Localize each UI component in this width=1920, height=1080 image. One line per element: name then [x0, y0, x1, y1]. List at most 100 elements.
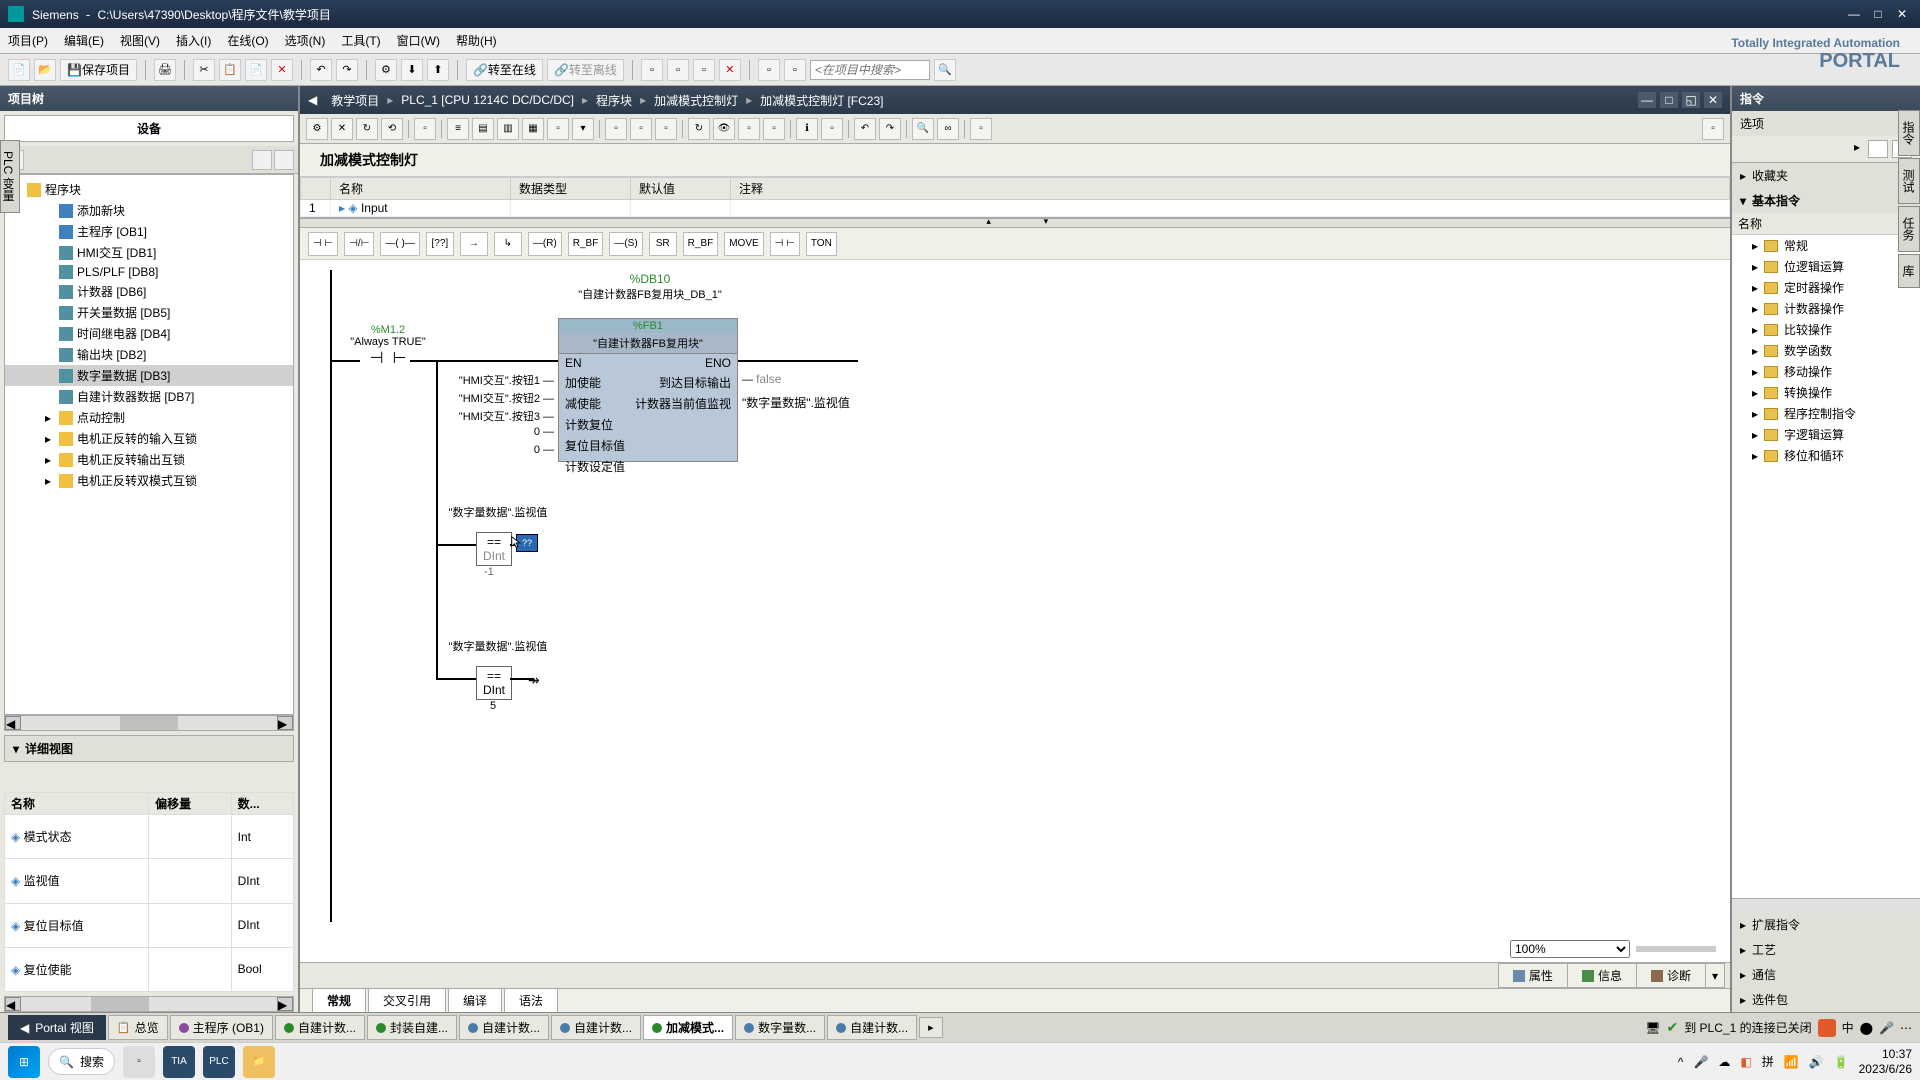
tray-onedrive-icon[interactable]: ☁: [1718, 1055, 1730, 1069]
menu-help[interactable]: 帮助(H): [456, 32, 497, 49]
tray-chevron-icon[interactable]: ^: [1678, 1055, 1684, 1069]
scroll-left-arrow[interactable]: ◀: [5, 716, 21, 730]
redo-button[interactable]: ↷: [336, 59, 358, 81]
et-btn[interactable]: ⚙: [306, 118, 328, 140]
status-more-icon[interactable]: ⋯: [1900, 1021, 1912, 1035]
taskbar-search[interactable]: 🔍 搜索: [48, 1048, 115, 1075]
detail-row[interactable]: ◈ 复位目标值DInt: [5, 903, 294, 947]
tree-item[interactable]: 计数器 [DB6]: [5, 281, 293, 302]
interface-table[interactable]: 名称 数据类型 默认值 注释 1 ▸ ◈ Input: [300, 177, 1730, 218]
et-btn[interactable]: ▾: [572, 118, 594, 140]
instruction-folder[interactable]: ▸数学函数: [1732, 340, 1920, 361]
compare-block-2[interactable]: == DInt: [476, 666, 512, 700]
print-button[interactable]: 🖨: [154, 59, 176, 81]
minimize-button[interactable]: —: [1844, 6, 1864, 22]
btab-compile[interactable]: 编译: [448, 988, 502, 1012]
tree-item[interactable]: PLS/PLF [DB8]: [5, 263, 293, 281]
devices-tab[interactable]: 设备: [4, 115, 294, 142]
opt-btn[interactable]: [1868, 140, 1888, 158]
tree-item[interactable]: 输出块 [DB2]: [5, 344, 293, 365]
tree-item[interactable]: ▸电机正反转的输入互锁: [5, 428, 293, 449]
new-project-button[interactable]: 📄: [8, 59, 30, 81]
btab-xref[interactable]: 交叉引用: [368, 988, 446, 1012]
lad-instruction-button[interactable]: TON: [806, 232, 837, 256]
vtab-1[interactable]: 指令: [1898, 110, 1920, 156]
instruction-folder[interactable]: ▸位逻辑运算: [1732, 256, 1920, 277]
go-online-button[interactable]: 🔗 转至在线: [466, 59, 543, 81]
detail-row[interactable]: ◈ 模式状态Int: [5, 815, 294, 859]
tb-icon-6[interactable]: ▫: [784, 59, 806, 81]
vtab-3[interactable]: 任务: [1898, 206, 1920, 252]
instruction-tree[interactable]: 名称 ▸常规▸位逻辑运算▸定时器操作▸计数器操作▸比较操作▸数学函数▸移动操作▸…: [1732, 213, 1920, 898]
et-btn[interactable]: ▫: [738, 118, 760, 140]
et-btn[interactable]: 🔍: [912, 118, 934, 140]
editor-tab[interactable]: 主程序 (OB1): [170, 1015, 273, 1040]
tray-mic-icon[interactable]: 🎤: [1693, 1055, 1708, 1069]
detail-view-header[interactable]: ▾详细视图: [4, 735, 294, 762]
editor-tab[interactable]: 自建计数...: [827, 1015, 917, 1040]
et-btn[interactable]: ↻: [688, 118, 710, 140]
lad-instruction-button[interactable]: R_BF: [683, 232, 719, 256]
lad-instruction-button[interactable]: —( )—: [380, 232, 419, 256]
et-btn[interactable]: ▫: [970, 118, 992, 140]
delete-button[interactable]: ✕: [271, 59, 293, 81]
editor-tab[interactable]: 数字量数...: [735, 1015, 825, 1040]
close-button[interactable]: ✕: [1892, 6, 1912, 22]
et-btn[interactable]: ℹ: [796, 118, 818, 140]
scroll-right-arrow[interactable]: ▶: [277, 997, 293, 1011]
basic-instr-section[interactable]: ▾基本指令: [1732, 188, 1920, 213]
detail-hscroll[interactable]: ◀ ▶: [4, 996, 294, 1012]
ext-instr-section[interactable]: ▸扩展指令: [1732, 912, 1920, 937]
tree-item[interactable]: HMI交互 [DB1]: [5, 242, 293, 263]
tb-icon-5[interactable]: ▫: [758, 59, 780, 81]
et-btn[interactable]: ↶: [854, 118, 876, 140]
var-row[interactable]: 1 ▸ ◈ Input: [301, 200, 1730, 217]
detail-col-name[interactable]: 名称: [5, 793, 149, 815]
var-col-type[interactable]: 数据类型: [511, 178, 631, 200]
taskbar-app-tia[interactable]: TIA: [163, 1046, 195, 1078]
editor-maximize[interactable]: □: [1660, 92, 1678, 108]
overview-tab[interactable]: 📋 总览: [108, 1015, 168, 1040]
menu-insert[interactable]: 插入(I): [176, 32, 211, 49]
detail-col-offset[interactable]: 偏移量: [149, 793, 232, 815]
status-ime[interactable]: 中: [1842, 1019, 1854, 1036]
detail-row[interactable]: ◈ 复位使能Bool: [5, 947, 294, 991]
editor-tab[interactable]: 自建计数...: [275, 1015, 365, 1040]
instruction-folder[interactable]: ▸计数器操作: [1732, 298, 1920, 319]
tree-item[interactable]: 自建计数器数据 [DB7]: [5, 386, 293, 407]
tb-icon-2[interactable]: ▫: [667, 59, 689, 81]
et-btn[interactable]: ≡: [447, 118, 469, 140]
status-dot[interactable]: ⬤: [1860, 1021, 1873, 1035]
instruction-folder[interactable]: ▸转换操作: [1732, 382, 1920, 403]
vtab-2[interactable]: 测试: [1898, 158, 1920, 204]
scroll-thumb[interactable]: [91, 997, 149, 1011]
tree-tb-icon-2[interactable]: [252, 150, 272, 170]
paste-button[interactable]: 📄: [245, 59, 267, 81]
instruction-folder[interactable]: ▸移位和循环: [1732, 445, 1920, 466]
project-search-input[interactable]: [810, 60, 930, 80]
menu-options[interactable]: 选项(N): [285, 32, 326, 49]
compare-block-1[interactable]: == DInt: [476, 532, 512, 566]
lad-instruction-button[interactable]: —(S): [609, 232, 642, 256]
inspector-tab-diag[interactable]: 诊断: [1636, 963, 1706, 988]
tree-item[interactable]: 添加新块: [5, 200, 293, 221]
tree-item[interactable]: ▸电机正反转双模式互锁: [5, 470, 293, 491]
et-btn[interactable]: ▫: [821, 118, 843, 140]
optional-section[interactable]: ▸选件包: [1732, 987, 1920, 1012]
vtab-4[interactable]: 库: [1898, 254, 1920, 288]
lad-instruction-button[interactable]: →: [460, 232, 488, 256]
et-btn[interactable]: ∞: [937, 118, 959, 140]
tray-battery-icon[interactable]: 🔋: [1834, 1055, 1849, 1069]
et-btn[interactable]: ▫: [547, 118, 569, 140]
lad-instruction-button[interactable]: ↳: [494, 232, 522, 256]
editor-tab[interactable]: 封装自建...: [367, 1015, 457, 1040]
instruction-folder[interactable]: ▸定时器操作: [1732, 277, 1920, 298]
favorites-section[interactable]: ▸收藏夹: [1732, 163, 1920, 188]
et-btn[interactable]: ↻: [356, 118, 378, 140]
et-btn[interactable]: ⟲: [381, 118, 403, 140]
et-btn[interactable]: ↷: [879, 118, 901, 140]
menu-online[interactable]: 在线(O): [227, 32, 268, 49]
scroll-thumb[interactable]: [120, 716, 178, 730]
options-section[interactable]: 选项: [1732, 111, 1920, 136]
crumb-3[interactable]: 程序块: [588, 92, 640, 109]
